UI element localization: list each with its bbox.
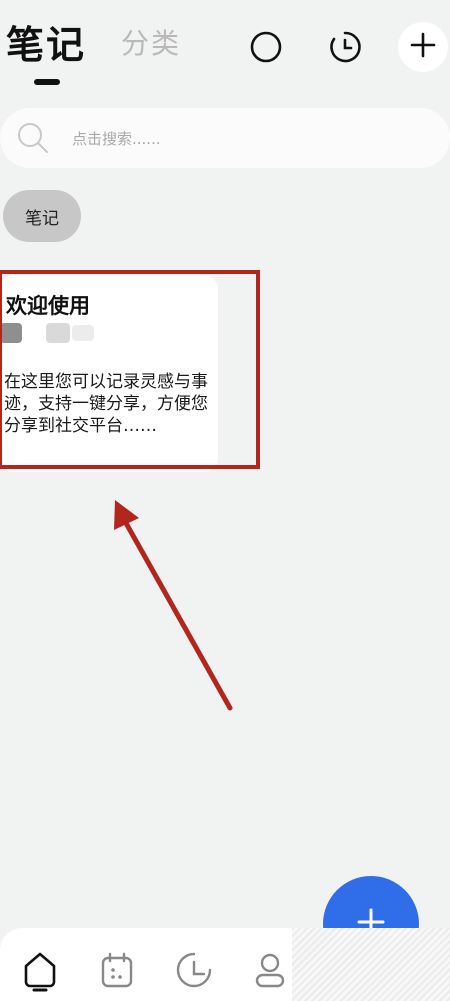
stats-icon bbox=[174, 950, 214, 994]
search-bar[interactable] bbox=[0, 108, 450, 168]
active-tab-indicator bbox=[34, 79, 60, 85]
calendar-icon bbox=[97, 950, 137, 994]
category-chip-notes[interactable]: 笔记 bbox=[3, 190, 81, 242]
profile-icon bbox=[250, 950, 290, 994]
nav-home[interactable] bbox=[18, 950, 62, 994]
circle-icon[interactable] bbox=[246, 27, 286, 67]
tab-notes[interactable]: 笔记 bbox=[6, 14, 86, 69]
tab-categories[interactable]: 分类 bbox=[121, 22, 181, 62]
nav-calendar[interactable] bbox=[95, 950, 139, 994]
clock-icon[interactable] bbox=[325, 27, 365, 67]
home-icon bbox=[20, 948, 60, 996]
add-button[interactable] bbox=[398, 22, 448, 72]
highlight-annotation-box bbox=[0, 270, 260, 469]
search-input[interactable]: 点击搜索...... bbox=[72, 128, 161, 149]
search-icon bbox=[16, 121, 50, 159]
watermark-noise bbox=[292, 928, 450, 1001]
annotation-arrow bbox=[114, 500, 233, 711]
nav-profile[interactable] bbox=[248, 950, 292, 994]
nav-stats[interactable] bbox=[172, 950, 216, 994]
plus-icon bbox=[410, 32, 436, 62]
